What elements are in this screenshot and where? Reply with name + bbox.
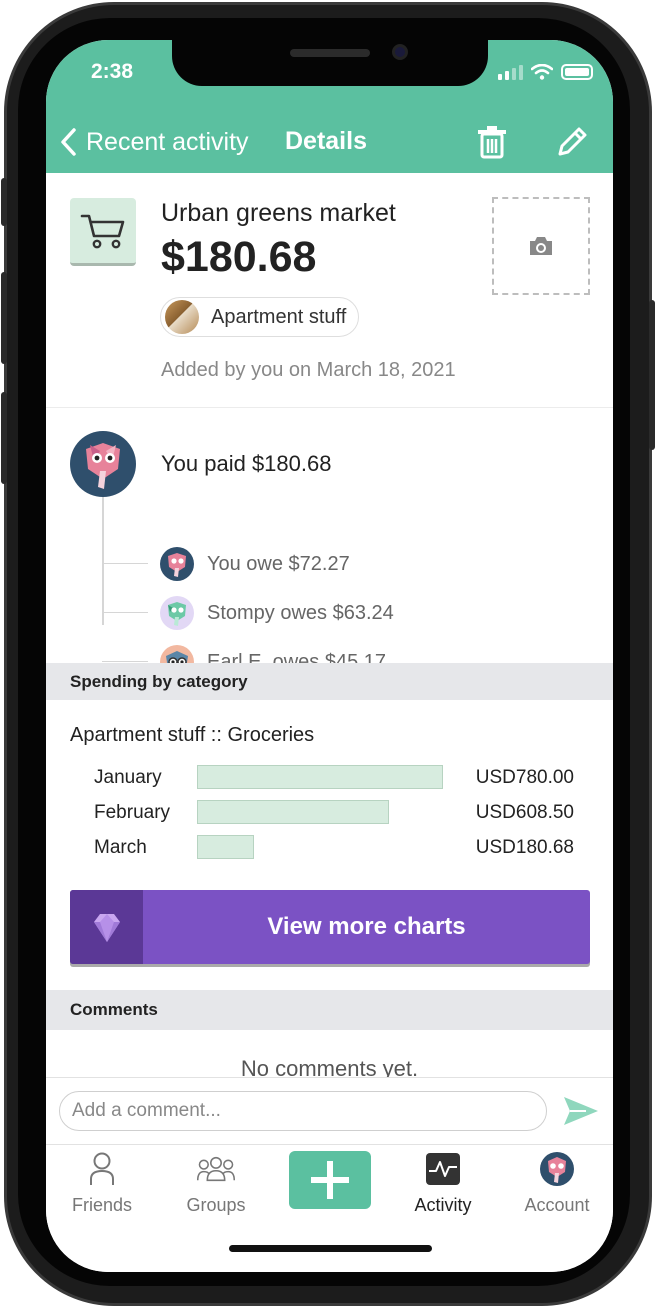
pencil-icon[interactable] bbox=[554, 124, 590, 160]
activity-icon bbox=[423, 1151, 463, 1187]
battery-icon bbox=[561, 64, 593, 80]
header: 2:38 Recent activity Details bbox=[46, 40, 613, 173]
chevron-left-icon bbox=[61, 128, 76, 156]
group-image bbox=[165, 300, 199, 334]
comments-section-header: Comments bbox=[46, 990, 613, 1030]
view-more-charts-label: View more charts bbox=[267, 913, 466, 940]
trash-icon[interactable] bbox=[474, 124, 510, 160]
payment-breakdown: You paid $180.68 You owe $72.27 Stompy o… bbox=[46, 409, 613, 679]
front-camera bbox=[392, 44, 408, 60]
add-expense-button[interactable] bbox=[289, 1151, 371, 1209]
expense-title: Urban greens market bbox=[161, 199, 396, 227]
tree-line bbox=[102, 497, 104, 625]
view-more-charts-button[interactable]: View more charts bbox=[70, 890, 590, 964]
added-by-text: Added by you on March 18, 2021 bbox=[161, 359, 456, 381]
notch bbox=[172, 40, 488, 86]
signal-icon bbox=[498, 65, 523, 80]
phone-volume-down-button bbox=[1, 392, 7, 484]
spending-section-header: Spending by category bbox=[46, 663, 613, 700]
tab-label: Friends bbox=[71, 1195, 133, 1215]
avatar-icon bbox=[537, 1151, 577, 1187]
owe-text: Stompy owes $63.24 bbox=[207, 601, 394, 624]
tab-friends[interactable]: Friends bbox=[52, 1151, 152, 1221]
payer-text: You paid $180.68 bbox=[161, 451, 332, 476]
status-icons bbox=[498, 64, 593, 80]
add-receipt-button[interactable] bbox=[492, 197, 590, 295]
chart-row: January USD780.00 bbox=[94, 764, 574, 792]
chart-category-label: January bbox=[94, 767, 162, 788]
tree-branch bbox=[102, 563, 148, 564]
chart-category-label: February bbox=[94, 802, 171, 823]
phone-power-button bbox=[649, 300, 655, 450]
camera-icon bbox=[530, 237, 552, 255]
tab-label: Groups bbox=[186, 1195, 246, 1215]
chart-row: March USD180.68 bbox=[94, 834, 574, 862]
tab-activity[interactable]: Activity bbox=[393, 1151, 493, 1221]
gem-icon bbox=[70, 890, 143, 964]
screen: 2:38 Recent activity Details Urban green… bbox=[46, 40, 613, 1272]
phone-volume-up-button bbox=[1, 272, 7, 364]
chart-row: February USD608.50 bbox=[94, 799, 574, 827]
page-title: Details bbox=[285, 127, 367, 155]
chart-title: Apartment stuff :: Groceries bbox=[70, 724, 315, 746]
tree-branch bbox=[102, 661, 148, 662]
avatar bbox=[160, 596, 194, 630]
owe-text: You owe $72.27 bbox=[207, 552, 350, 575]
payer-avatar[interactable] bbox=[70, 431, 136, 497]
owe-row-you[interactable]: You owe $72.27 bbox=[160, 546, 350, 582]
tree-branch bbox=[102, 612, 148, 613]
chart-value-label: USD608.50 bbox=[475, 802, 574, 823]
back-label: Recent activity bbox=[86, 127, 249, 156]
phone-side-button bbox=[1, 178, 7, 226]
group-name: Apartment stuff bbox=[211, 305, 347, 328]
nav-row: Recent activity Details bbox=[46, 120, 613, 164]
plus-icon bbox=[311, 1161, 349, 1199]
speaker bbox=[290, 49, 370, 57]
comment-bar bbox=[46, 1077, 613, 1144]
tab-account[interactable]: Account bbox=[507, 1151, 607, 1221]
chart-value-label: USD180.68 bbox=[475, 837, 574, 858]
tab-label: Activity bbox=[414, 1195, 472, 1215]
home-indicator bbox=[229, 1245, 432, 1252]
chart-bar bbox=[197, 765, 443, 789]
group-icon bbox=[196, 1151, 236, 1187]
expense-header: Urban greens market $180.68 Apartment st… bbox=[46, 173, 613, 408]
chart-category-label: March bbox=[94, 837, 147, 858]
comment-input[interactable] bbox=[59, 1091, 547, 1131]
group-chip[interactable]: Apartment stuff bbox=[160, 297, 360, 337]
back-button[interactable]: Recent activity bbox=[60, 120, 249, 164]
tab-groups[interactable]: Groups bbox=[166, 1151, 266, 1221]
chart-bar bbox=[197, 800, 389, 824]
wifi-icon bbox=[531, 64, 553, 80]
expense-amount: $180.68 bbox=[161, 233, 317, 281]
send-icon[interactable] bbox=[562, 1094, 600, 1128]
chart-bar bbox=[197, 835, 254, 859]
tab-label: Account bbox=[524, 1195, 590, 1215]
shopping-cart-icon bbox=[70, 198, 136, 266]
avatar bbox=[160, 547, 194, 581]
tab-bar: Friends Groups Activity Account bbox=[46, 1144, 613, 1272]
owe-row-stompy[interactable]: Stompy owes $63.24 bbox=[160, 595, 394, 631]
person-icon bbox=[82, 1151, 122, 1187]
status-time: 2:38 bbox=[91, 60, 134, 83]
chart-value-label: USD780.00 bbox=[475, 767, 574, 788]
